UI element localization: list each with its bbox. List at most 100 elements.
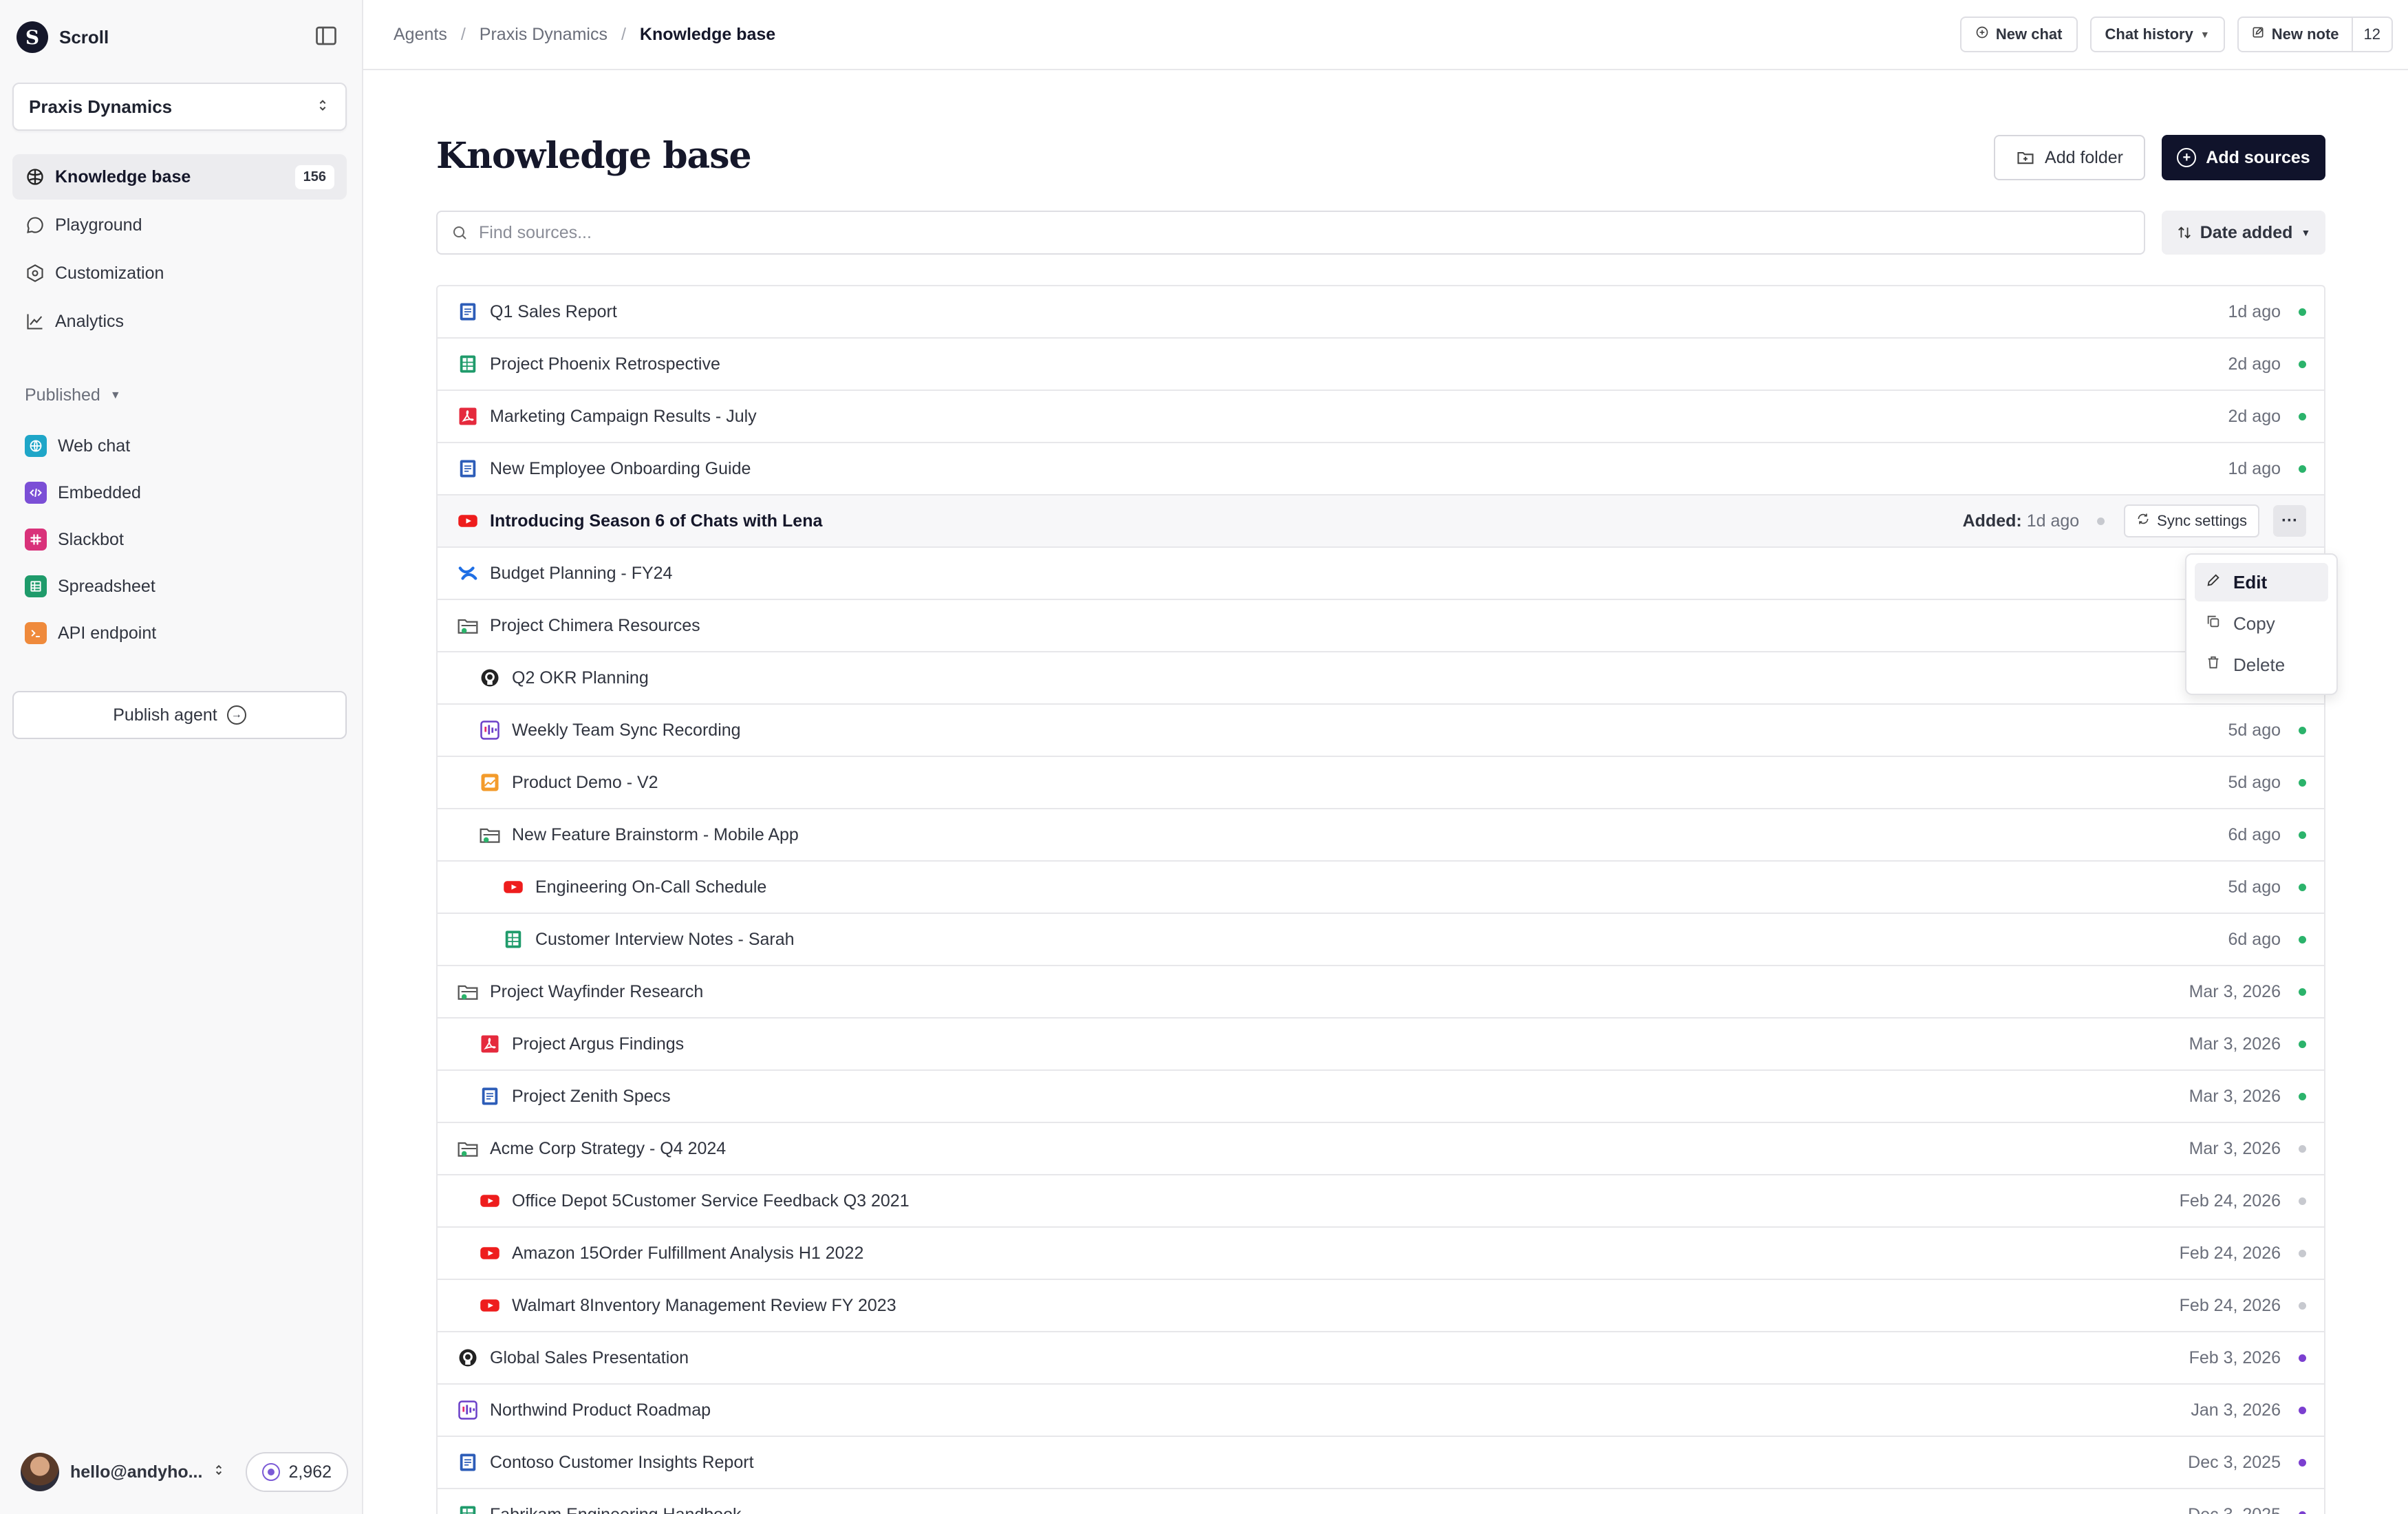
source-row[interactable]: Product Demo - V2 5d ago [438, 757, 2324, 809]
source-date: Mar 3, 2026 [2189, 1086, 2281, 1106]
sources-list: Q1 Sales Report 1d ago Project Phoenix Ret… [436, 285, 2325, 1514]
sidebar-item-customization[interactable]: Customization [12, 250, 347, 296]
spreadsheet-icon [502, 928, 524, 950]
publish-agent-label: Publish agent [113, 705, 217, 725]
source-title: Project Wayfinder Research [490, 981, 704, 1001]
document-icon [457, 1451, 479, 1473]
source-row[interactable]: Marketing Campaign Results - July 2d ago [438, 391, 2324, 443]
source-row[interactable]: Budget Planning - FY24 [438, 548, 2324, 600]
plus-circle-icon [1975, 25, 1989, 43]
sync-settings-button[interactable]: Sync settings [2124, 504, 2259, 537]
source-title: Weekly Team Sync Recording [512, 720, 741, 740]
terminal-icon [25, 622, 47, 644]
sidebar-item-label: Customization [55, 263, 164, 283]
github-icon [479, 667, 501, 689]
published-item-spreadsheet[interactable]: Spreadsheet [25, 563, 156, 610]
new-chat-label: New chat [1995, 25, 2063, 43]
published-item-label: Embedded [58, 482, 141, 502]
breadcrumb-agents[interactable]: Agents [394, 25, 447, 45]
menu-item-edit[interactable]: Edit [2195, 563, 2328, 601]
sort-dropdown[interactable]: Date added ▼ [2162, 211, 2325, 255]
breadcrumb-separator: / [621, 24, 626, 44]
folder-row[interactable]: Acme Corp Strategy - Q4 2024 Mar 3, 2026 [438, 1123, 2324, 1175]
menu-item-label: Edit [2233, 571, 2268, 593]
youtube-icon [479, 1294, 501, 1316]
source-row[interactable]: Engineering On-Call Schedule 5d ago [438, 862, 2324, 914]
credits-icon [262, 1463, 281, 1481]
sidebar-item-label: Knowledge base [55, 167, 191, 186]
new-chat-button[interactable]: New chat [1959, 17, 2078, 52]
source-row[interactable]: Office Depot 5Customer Service Feedback … [438, 1175, 2324, 1228]
source-row[interactable]: Global Sales Presentation Feb 3, 2026 [438, 1332, 2324, 1385]
menu-item-copy[interactable]: Copy [2195, 604, 2328, 643]
user-menu[interactable]: hello@andyho... 2,962 [21, 1451, 348, 1493]
workspace-selector[interactable]: Praxis Dynamics [12, 83, 347, 131]
source-row[interactable]: Project Argus Findings Mar 3, 2026 [438, 1019, 2324, 1071]
published-item-web-chat[interactable]: Web chat [25, 423, 156, 469]
folder-row[interactable]: Project Wayfinder Research Mar 3, 2026 [438, 966, 2324, 1019]
sheet-icon [25, 575, 47, 597]
user-email: hello@andyho... [70, 1462, 203, 1482]
source-row[interactable]: Amazon 15Order Fulfillment Analysis H1 2… [438, 1228, 2324, 1280]
source-row[interactable]: Customer Interview Notes - Sarah 6d ago [438, 914, 2324, 966]
add-sources-button[interactable]: + Add sources [2162, 135, 2325, 180]
source-row[interactable]: Northwind Product Roadmap Jan 3, 2026 [438, 1385, 2324, 1437]
folder-icon [457, 981, 479, 1003]
status-dot [2299, 831, 2306, 839]
sidebar-item-knowledge-base[interactable]: Knowledge base 156 [12, 154, 347, 200]
folder-row[interactable]: Project Chimera Resources [438, 600, 2324, 652]
source-row[interactable]: Q2 OKR Planning [438, 652, 2324, 705]
copy-icon [2204, 614, 2222, 633]
add-folder-button[interactable]: Add folder [1994, 135, 2145, 180]
status-dot [2299, 1144, 2306, 1153]
published-item-label: API endpoint [58, 623, 157, 643]
workspace-name: Praxis Dynamics [29, 96, 173, 117]
source-date: Dec 3, 2025 [2188, 1452, 2281, 1472]
brand-name: Scroll [59, 26, 109, 47]
image-icon [479, 771, 501, 793]
chat-history-dropdown[interactable]: Chat history ▼ [2089, 17, 2225, 52]
more-options-icon[interactable]: ··· [2273, 505, 2306, 537]
folder-row[interactable]: New Feature Brainstorm - Mobile App 6d ag… [438, 809, 2324, 862]
search-input[interactable] [479, 222, 2061, 243]
source-date: Feb 3, 2026 [2189, 1347, 2281, 1367]
credits-badge[interactable]: 2,962 [246, 1452, 348, 1492]
slack-icon [25, 529, 47, 551]
source-title: New Feature Brainstorm - Mobile App [512, 824, 799, 844]
sidebar-item-playground[interactable]: Playground [12, 202, 347, 248]
globe-icon [25, 435, 47, 457]
source-row[interactable]: Project Zenith Specs Mar 3, 2026 [438, 1071, 2324, 1123]
source-row[interactable]: Walmart 8Inventory Management Review FY … [438, 1280, 2324, 1332]
source-row[interactable]: Fabrikam Engineering Handbook Dec 3, 2025 [438, 1489, 2324, 1514]
source-title: Product Demo - V2 [512, 772, 658, 792]
source-row[interactable]: New Employee Onboarding Guide 1d ago [438, 443, 2324, 495]
recording-icon [457, 1399, 479, 1421]
brand[interactable]: S Scroll [17, 21, 109, 54]
new-note-button[interactable]: New note [2239, 18, 2352, 51]
menu-item-delete[interactable]: Delete [2195, 646, 2328, 684]
published-item-slackbot[interactable]: Slackbot [25, 516, 156, 563]
status-dot [2299, 1354, 2306, 1362]
source-date: 5d ago [2228, 772, 2281, 792]
youtube-icon [457, 510, 479, 532]
source-row[interactable]: Weekly Team Sync Recording 5d ago [438, 705, 2324, 757]
source-title: Global Sales Presentation [490, 1347, 689, 1367]
publish-agent-button[interactable]: Publish agent → [12, 691, 347, 739]
folder-icon [457, 615, 479, 637]
sidebar-toggle-icon[interactable] [314, 23, 338, 48]
published-section-toggle[interactable]: Published ▼ [25, 385, 121, 405]
published-item-api-endpoint[interactable]: API endpoint [25, 610, 156, 657]
source-row[interactable]: Contoso Customer Insights Report Dec 3, 2… [438, 1437, 2324, 1489]
source-title: Introducing Season 6 of Chats with Lena [490, 511, 823, 531]
published-item-embedded[interactable]: Embedded [25, 469, 156, 516]
source-row[interactable]: Project Phoenix Retrospective 2d ago [438, 339, 2324, 391]
breadcrumb-workspace[interactable]: Praxis Dynamics [480, 25, 608, 45]
source-row[interactable]: Introducing Season 6 of Chats with Lena A… [438, 495, 2324, 548]
note-count[interactable]: 12 [2351, 18, 2391, 51]
document-icon [457, 301, 479, 323]
search-icon [451, 224, 468, 241]
sort-label: Date added [2200, 222, 2293, 242]
sidebar-item-analytics[interactable]: Analytics [12, 299, 347, 344]
source-row[interactable]: Q1 Sales Report 1d ago [438, 286, 2324, 339]
status-dot [2299, 308, 2306, 316]
